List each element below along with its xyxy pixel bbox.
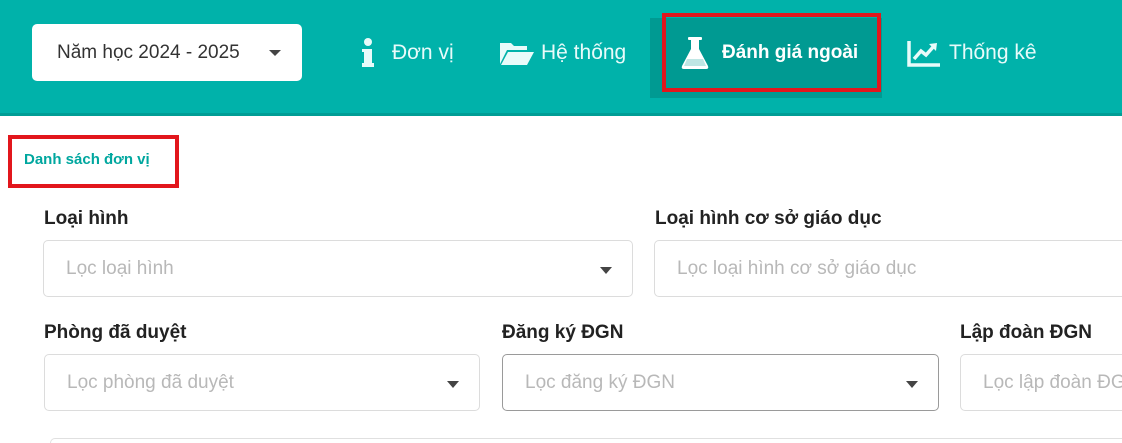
phong-da-duyet-placeholder: Lọc phòng đã duyệt (67, 371, 234, 393)
lap-doan-dgn-label: Lập đoàn ĐGN (960, 322, 1092, 343)
nav-he-thong[interactable]: Hệ thống (499, 33, 626, 73)
nav-thong-ke-label: Thống kê (949, 41, 1037, 64)
loai-hinh-co-so-label: Loại hình cơ sở giáo dục (655, 208, 882, 229)
caret-down-icon (600, 267, 612, 274)
content-card-edge (50, 438, 1122, 443)
highlight-box-breadcrumb (8, 135, 179, 188)
info-icon (362, 38, 374, 67)
loai-hinh-co-so-select[interactable]: Lọc loại hình cơ sở giáo dục (654, 240, 1122, 297)
top-navbar: Năm học 2024 - 2025 Đơn vị Hệ thống Đánh… (0, 0, 1122, 116)
dang-ky-dgn-label: Đăng ký ĐGN (502, 322, 624, 343)
loai-hinh-co-so-placeholder: Lọc loại hình cơ sở giáo dục (677, 257, 917, 279)
chart-line-icon (907, 41, 940, 67)
phong-da-duyet-select[interactable]: Lọc phòng đã duyệt (44, 354, 480, 411)
highlight-box-active-tab (662, 13, 881, 92)
dang-ky-dgn-placeholder: Lọc đăng ký ĐGN (525, 371, 675, 393)
caret-down-icon (447, 381, 459, 388)
nav-don-vi[interactable]: Đơn vị (360, 33, 454, 73)
dang-ky-dgn-select[interactable]: Lọc đăng ký ĐGN (502, 354, 939, 411)
phong-da-duyet-label: Phòng đã duyệt (44, 322, 187, 343)
nav-thong-ke[interactable]: Thống kê (907, 33, 1037, 73)
nav-he-thong-label: Hệ thống (541, 41, 627, 64)
nav-don-vi-label: Đơn vị (392, 41, 454, 64)
caret-down-icon (269, 50, 281, 56)
loai-hinh-label: Loại hình (44, 208, 129, 229)
loai-hinh-placeholder: Lọc loại hình (66, 257, 174, 279)
school-year-select[interactable]: Năm học 2024 - 2025 (32, 24, 302, 81)
school-year-value: Năm học 2024 - 2025 (57, 41, 240, 63)
lap-doan-dgn-placeholder: Lọc lập đoàn ĐGN (983, 371, 1122, 393)
lap-doan-dgn-select[interactable]: Lọc lập đoàn ĐGN (960, 354, 1122, 411)
folder-open-icon (500, 43, 534, 65)
loai-hinh-select[interactable]: Lọc loại hình (43, 240, 633, 297)
caret-down-icon (906, 381, 918, 388)
